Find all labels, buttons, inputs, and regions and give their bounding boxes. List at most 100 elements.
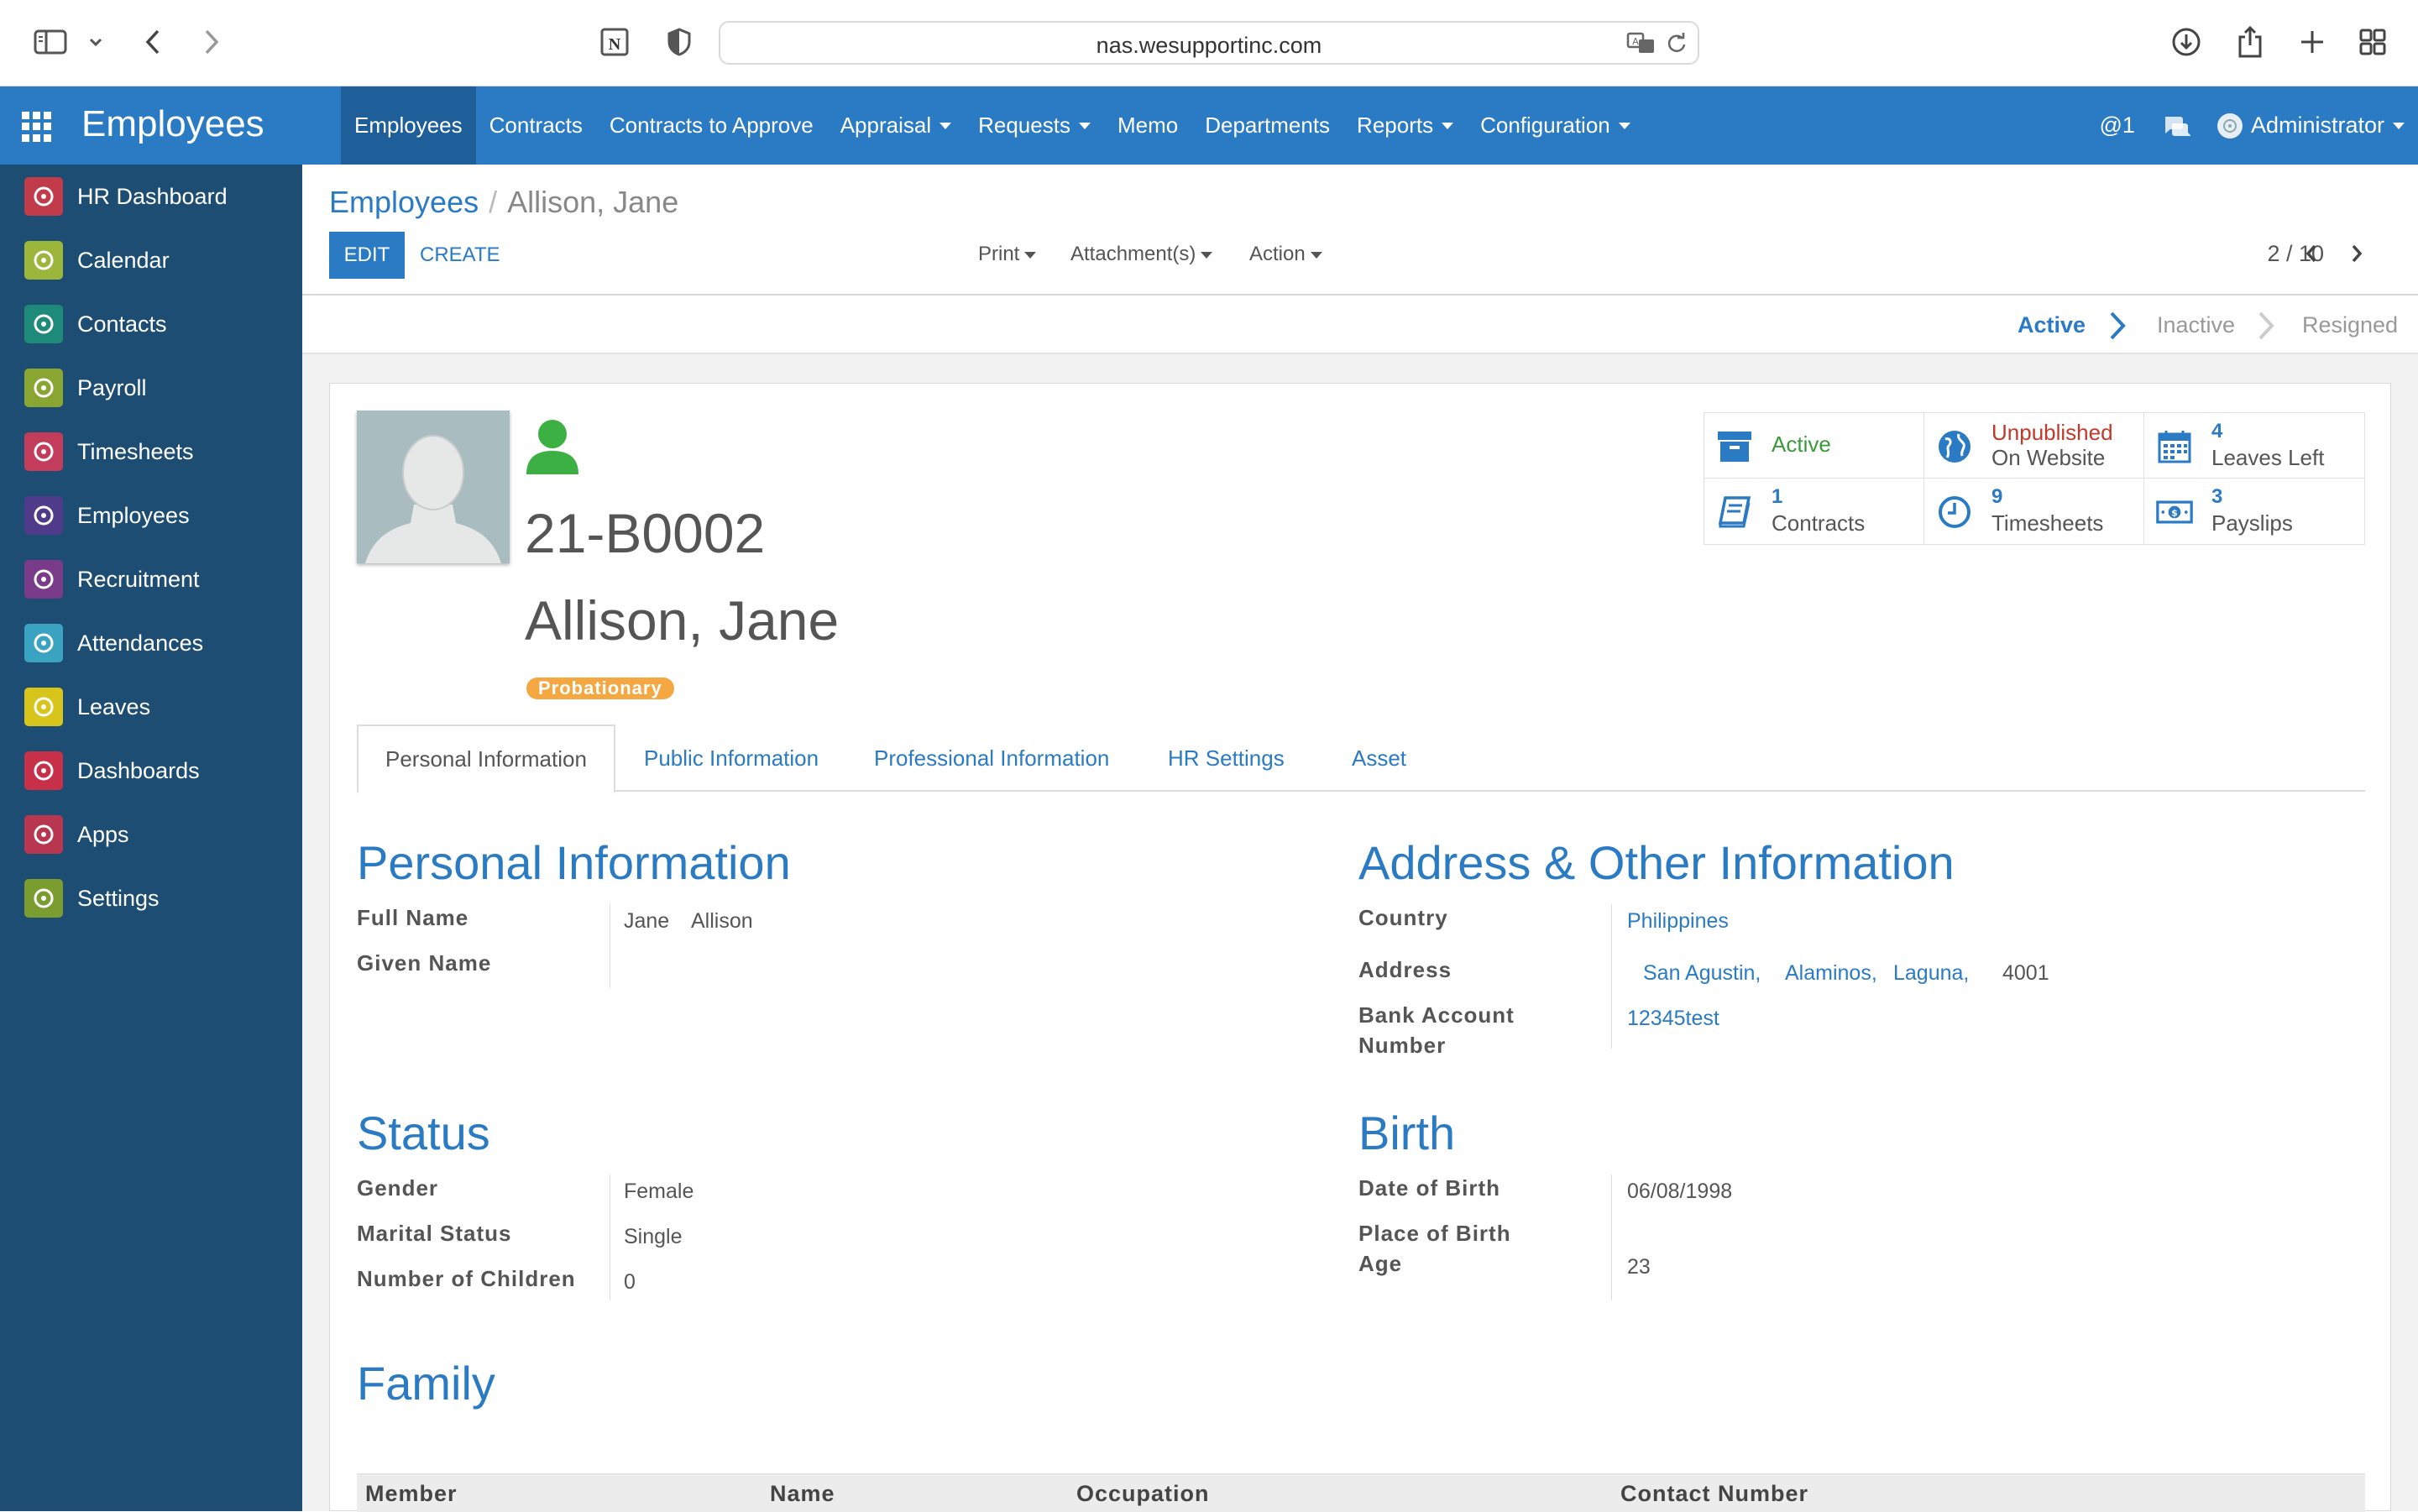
new-tab-icon[interactable] bbox=[2295, 25, 2329, 59]
bank-account-link[interactable]: 12345test bbox=[1627, 1007, 1719, 1030]
apps-menu-icon[interactable] bbox=[22, 112, 52, 142]
website-publish-button[interactable]: Unpublished On Website bbox=[1924, 413, 2144, 479]
column-header-contact-number[interactable]: Contact Number bbox=[1620, 1481, 1808, 1507]
sidebar-item-timesheets[interactable]: Timesheets bbox=[0, 420, 302, 484]
menu-departments[interactable]: Departments bbox=[1191, 86, 1343, 165]
gender-value[interactable]: Female bbox=[624, 1176, 693, 1206]
stage-inactive[interactable]: Inactive bbox=[2157, 312, 2235, 338]
back-icon[interactable] bbox=[136, 25, 170, 59]
sidebar-item-label: Dashboards bbox=[77, 757, 200, 783]
street-link[interactable]: San Agustin, bbox=[1643, 961, 1761, 985]
tab-overview-icon[interactable] bbox=[2356, 25, 2389, 59]
notion-extension-icon[interactable]: N bbox=[598, 25, 631, 59]
sidebar-item-calendar[interactable]: Calendar bbox=[0, 228, 302, 292]
menu-configuration[interactable]: Configuration bbox=[1467, 86, 1644, 165]
leaves-left-count: 4 bbox=[2211, 420, 2223, 442]
stage-arrow-icon bbox=[2257, 311, 2275, 345]
tab-hr-settings[interactable]: HR Settings bbox=[1141, 725, 1311, 792]
timesheets-button[interactable]: 9 Timesheets bbox=[1924, 479, 2144, 544]
menu-label: Contracts to Approve bbox=[609, 112, 814, 138]
sidebar-item-label: Calendar bbox=[77, 247, 170, 273]
address-bar[interactable]: nas.wesupportinc.com A bbox=[719, 21, 1699, 65]
user-menu[interactable]: Administrator bbox=[2216, 112, 2405, 139]
country-link[interactable]: Philippines bbox=[1627, 909, 1729, 933]
children-label: Number of Children bbox=[357, 1266, 576, 1291]
tab-asset[interactable]: Asset bbox=[1325, 725, 1433, 792]
forward-icon[interactable] bbox=[195, 25, 228, 59]
breadcrumb-root-link[interactable]: Employees bbox=[329, 185, 479, 219]
action-dropdown[interactable]: Action bbox=[1249, 243, 1322, 266]
shield-icon[interactable] bbox=[662, 25, 696, 59]
date-of-birth-value[interactable]: 06/08/1998 bbox=[1627, 1176, 1732, 1206]
sidebar-item-label: Contacts bbox=[77, 311, 167, 337]
sidebar-item-employees[interactable]: Employees bbox=[0, 484, 302, 547]
tab-public-information[interactable]: Public Information bbox=[617, 725, 845, 792]
payslips-button[interactable]: $ 3 Payslips bbox=[2144, 479, 2364, 544]
sidebar-item-attendances[interactable]: Attendances bbox=[0, 611, 302, 675]
attachments-label: Attachment(s) bbox=[1070, 243, 1196, 265]
edit-button[interactable]: EDIT bbox=[329, 232, 405, 279]
sidebar-item-hr-dashboard[interactable]: HR Dashboard bbox=[0, 165, 302, 228]
last-name-value[interactable]: Allison bbox=[691, 906, 753, 936]
sidebar-item-contacts[interactable]: Contacts bbox=[0, 292, 302, 356]
sidebar-item-label: HR Dashboard bbox=[77, 183, 228, 209]
apps-app-icon bbox=[24, 815, 63, 854]
menu-contracts[interactable]: Contracts bbox=[476, 86, 596, 165]
sidebar-item-payroll[interactable]: Payroll bbox=[0, 356, 302, 420]
translate-icon[interactable]: A bbox=[1625, 29, 1657, 58]
create-button[interactable]: CREATE bbox=[420, 232, 500, 279]
chat-icon[interactable] bbox=[2162, 113, 2190, 139]
sidebar-item-label: Payroll bbox=[77, 374, 147, 400]
print-dropdown[interactable]: Print bbox=[978, 243, 1037, 266]
tab-personal-information[interactable]: Personal Information bbox=[357, 725, 615, 793]
bank-account-label-line-2: Number bbox=[1358, 1033, 1447, 1058]
pager-next-icon[interactable] bbox=[2342, 238, 2371, 269]
timesheets-label: Timesheets bbox=[1991, 510, 2104, 536]
column-header-name[interactable]: Name bbox=[770, 1481, 835, 1507]
pager-previous-icon[interactable] bbox=[2297, 238, 2326, 269]
smart-buttons: Active Unpublished On Website 4 Leaves L… bbox=[1704, 412, 2365, 545]
column-header-member[interactable]: Member bbox=[365, 1481, 458, 1507]
menu-reports[interactable]: Reports bbox=[1343, 86, 1467, 165]
field-divider bbox=[1611, 904, 1612, 1049]
sidebar-toggle-icon[interactable] bbox=[32, 27, 69, 57]
sidebar-item-leaves[interactable]: Leaves bbox=[0, 675, 302, 739]
sidebar-item-recruitment[interactable]: Recruitment bbox=[0, 547, 302, 611]
sidebar-item-label: Employees bbox=[77, 502, 190, 528]
website-status: Unpublished bbox=[1991, 420, 2113, 445]
marital-status-value[interactable]: Single bbox=[624, 1222, 683, 1252]
caret-down-icon bbox=[939, 122, 952, 129]
column-header-occupation[interactable]: Occupation bbox=[1076, 1481, 1210, 1507]
leaves-left-button[interactable]: 4 Leaves Left bbox=[2144, 413, 2364, 479]
stage-active[interactable]: Active bbox=[2018, 312, 2086, 338]
sidebar-item-apps[interactable]: Apps bbox=[0, 803, 302, 866]
share-icon[interactable] bbox=[2233, 24, 2267, 60]
employee-photo[interactable] bbox=[357, 411, 510, 563]
form-tabs: Personal Information Public Information … bbox=[357, 725, 2365, 793]
chevron-down-icon[interactable] bbox=[86, 32, 106, 52]
mentions-indicator[interactable]: @1 bbox=[2100, 112, 2135, 139]
menu-memo[interactable]: Memo bbox=[1104, 86, 1191, 165]
first-name-value[interactable]: Jane bbox=[624, 906, 669, 936]
menu-appraisal[interactable]: Appraisal bbox=[827, 86, 965, 165]
menu-employees[interactable]: Employees bbox=[341, 86, 476, 165]
contracts-button[interactable]: 1 Contracts bbox=[1704, 479, 1924, 544]
book-icon bbox=[1716, 494, 1753, 531]
stage-resigned[interactable]: Resigned bbox=[2302, 312, 2398, 338]
reload-icon[interactable] bbox=[1664, 31, 1689, 56]
tab-professional-information[interactable]: Professional Information bbox=[847, 725, 1136, 792]
downloads-icon[interactable] bbox=[2169, 25, 2203, 59]
given-name-label: Given Name bbox=[357, 950, 492, 976]
address-information-heading: Address & Other Information bbox=[1358, 836, 1955, 889]
menu-contracts-to-approve[interactable]: Contracts to Approve bbox=[596, 86, 827, 165]
sidebar-item-dashboards[interactable]: Dashboards bbox=[0, 739, 302, 803]
city-link[interactable]: Alaminos, bbox=[1785, 961, 1877, 985]
svg-text:A: A bbox=[1632, 36, 1639, 47]
sidebar-item-settings[interactable]: Settings bbox=[0, 866, 302, 930]
attachments-dropdown[interactable]: Attachment(s) bbox=[1070, 243, 1213, 266]
active-toggle-label: Active bbox=[1772, 432, 1831, 457]
menu-requests[interactable]: Requests bbox=[965, 86, 1104, 165]
state-link[interactable]: Laguna, bbox=[1893, 961, 1969, 985]
active-toggle-button[interactable]: Active bbox=[1704, 413, 1924, 479]
children-value[interactable]: 0 bbox=[624, 1267, 636, 1297]
